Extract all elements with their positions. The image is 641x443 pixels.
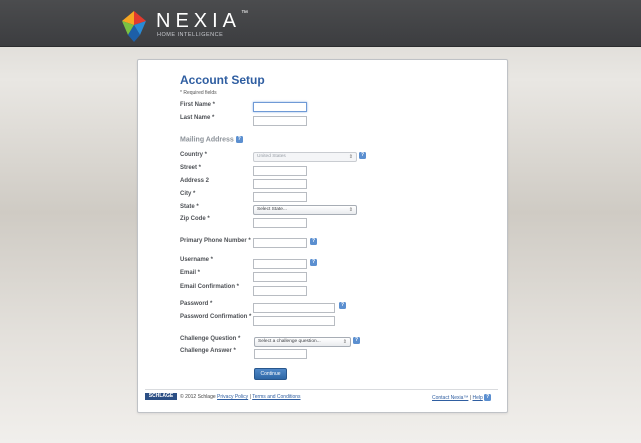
continue-button[interactable]: Continue: [254, 368, 287, 380]
zip-code-input[interactable]: [253, 218, 307, 228]
copyright-text: © 2012 Schlage: [180, 394, 216, 400]
footer-right: Contact Nexia™ | Help ?: [432, 394, 492, 401]
country-select[interactable]: United States ⇕: [253, 152, 357, 162]
page-title: Account Setup: [180, 73, 265, 87]
site-header: NEXIA™ HOME INTELLIGENCE: [0, 0, 641, 47]
mailing-help-icon[interactable]: ?: [235, 136, 243, 143]
schlage-logo: SCHLAGE: [145, 393, 177, 400]
state-select-value: Select State...: [257, 207, 287, 212]
email-confirmation-label: Email Confirmation *: [180, 284, 240, 290]
last-name-label: Last Name *: [180, 115, 215, 121]
footer-divider: [145, 389, 498, 390]
required-note: * Required fields: [180, 90, 217, 96]
city-input[interactable]: [253, 192, 307, 202]
challenge-answer-input[interactable]: [254, 349, 307, 359]
mailing-address-text: Mailing Address: [180, 136, 234, 144]
password-input[interactable]: [253, 303, 335, 313]
zip-code-label: Zip Code *: [180, 216, 210, 222]
first-name-label: First Name *: [180, 102, 216, 108]
first-name-input[interactable]: [253, 102, 307, 112]
terms-link[interactable]: Terms and Conditions: [252, 394, 300, 400]
state-label: State *: [180, 204, 199, 210]
primary-phone-label: Primary Phone Number *: [180, 238, 251, 244]
footer-left: © 2012 Schlage Privacy Policy | Terms an…: [180, 394, 301, 400]
username-help-icon[interactable]: ?: [310, 259, 317, 266]
challenge-question-select[interactable]: Select a challenge question... ⇕: [254, 337, 351, 347]
country-label: Country *: [180, 152, 207, 158]
select-arrow-icon: ⇕: [348, 154, 353, 160]
brand-name-text: NEXIA: [156, 10, 242, 32]
brand-trademark: ™: [241, 10, 249, 17]
address2-label: Address 2: [180, 178, 210, 184]
brand-tagline: HOME INTELLIGENCE: [157, 32, 224, 38]
footer-separator: |: [249, 394, 251, 400]
country-select-value: United States: [257, 154, 286, 159]
username-input[interactable]: [253, 259, 307, 269]
city-label: City *: [180, 191, 196, 197]
help-link[interactable]: Help: [473, 395, 483, 401]
password-label: Password *: [180, 301, 213, 307]
challenge-answer-label: Challenge Answer *: [180, 348, 236, 354]
email-input[interactable]: [253, 272, 307, 282]
challenge-help-icon[interactable]: ?: [353, 337, 360, 344]
password-help-icon[interactable]: ?: [339, 302, 346, 309]
challenge-question-label: Challenge Question *: [180, 336, 241, 342]
street-input[interactable]: [253, 166, 307, 176]
contact-nexia-link[interactable]: Contact Nexia™: [432, 395, 468, 401]
primary-phone-input[interactable]: [253, 238, 307, 248]
last-name-input[interactable]: [253, 116, 307, 126]
state-select[interactable]: Select State... ⇕: [253, 205, 357, 215]
help-icon[interactable]: ?: [484, 394, 492, 401]
privacy-policy-link[interactable]: Privacy Policy: [217, 394, 248, 400]
email-confirmation-input[interactable]: [253, 286, 307, 296]
nexia-logo-icon: [122, 11, 146, 42]
phone-help-icon[interactable]: ?: [310, 238, 317, 245]
email-label: Email *: [180, 270, 201, 276]
challenge-question-value: Select a challenge question...: [258, 339, 321, 344]
select-arrow-icon: ⇕: [342, 339, 347, 345]
address2-input[interactable]: [253, 179, 307, 189]
select-arrow-icon: ⇕: [348, 207, 353, 213]
username-label: Username *: [180, 257, 214, 263]
password-confirmation-input[interactable]: [253, 316, 335, 326]
password-confirmation-label: Password Confirmation *: [180, 314, 252, 320]
mailing-address-heading: Mailing Address ?: [180, 136, 243, 143]
brand-name: NEXIA™: [156, 10, 248, 33]
street-label: Street *: [180, 165, 202, 171]
country-help-icon[interactable]: ?: [359, 152, 366, 159]
footer-separator: |: [469, 394, 472, 401]
account-setup-card: [137, 59, 508, 413]
